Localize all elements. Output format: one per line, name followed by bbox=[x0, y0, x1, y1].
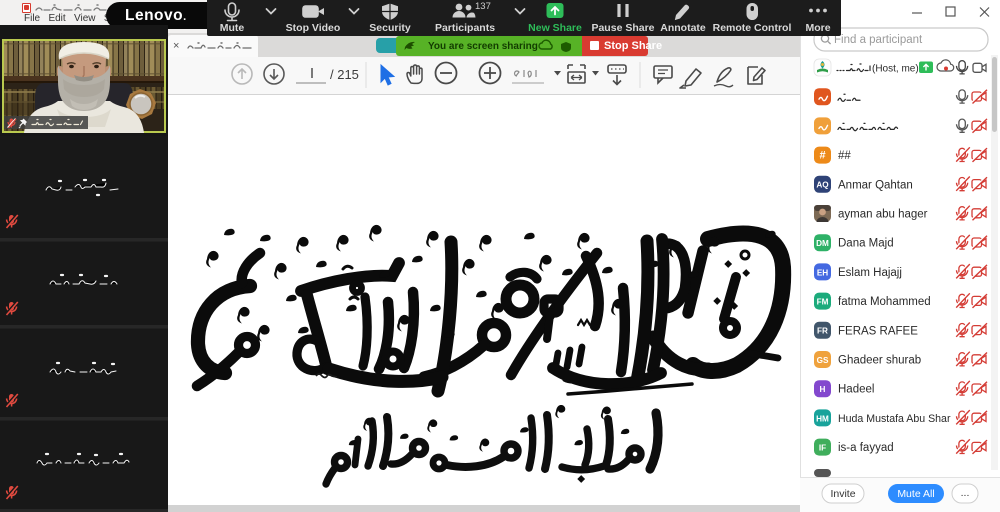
svg-text:HM: HM bbox=[816, 414, 829, 423]
svg-text:Security: Security bbox=[369, 22, 411, 34]
svg-text:/ 215: / 215 bbox=[330, 67, 359, 82]
svg-text:#: # bbox=[819, 150, 825, 162]
svg-text:Remote Control: Remote Control bbox=[713, 22, 792, 34]
svg-text:Dana Majd: Dana Majd bbox=[838, 238, 894, 250]
svg-text:...: ... bbox=[961, 487, 970, 499]
svg-text:EH: EH bbox=[817, 268, 828, 277]
svg-text:H: H bbox=[820, 385, 826, 394]
svg-text:New Share: New Share bbox=[528, 22, 582, 34]
svg-text:FERAS RAFEE: FERAS RAFEE bbox=[838, 325, 918, 337]
svg-text:IF: IF bbox=[819, 444, 826, 453]
svg-text:fatma Mohammed: fatma Mohammed bbox=[838, 296, 931, 308]
svg-text:DM: DM bbox=[816, 239, 829, 248]
svg-text:Find a participant: Find a participant bbox=[834, 34, 923, 46]
svg-text:Pause Share: Pause Share bbox=[591, 22, 654, 34]
svg-text:FR: FR bbox=[817, 327, 828, 336]
svg-text:Anmar Qahtan: Anmar Qahtan bbox=[838, 179, 913, 191]
svg-text:Participants: Participants bbox=[435, 22, 495, 34]
svg-text:More: More bbox=[805, 22, 830, 34]
svg-text:Eslam Hajajj: Eslam Hajajj bbox=[838, 267, 902, 279]
svg-text:Mute All: Mute All bbox=[897, 488, 934, 500]
svg-text:(Host, me): (Host, me) bbox=[872, 64, 919, 75]
svg-text:137: 137 bbox=[475, 1, 491, 12]
svg-text:AQ: AQ bbox=[816, 181, 829, 190]
svg-text:is-a fayyad: is-a fayyad bbox=[838, 442, 894, 454]
svg-text:Ghadeer shurab: Ghadeer shurab bbox=[838, 355, 921, 367]
svg-text:Stop Video: Stop Video bbox=[286, 22, 341, 34]
svg-text:Hadeel: Hadeel bbox=[838, 384, 874, 396]
svg-text:GS: GS bbox=[817, 356, 829, 365]
svg-text:FM: FM bbox=[817, 298, 829, 307]
svg-text:ayman abu hager: ayman abu hager bbox=[838, 209, 928, 221]
svg-text:Huda Mustafa Abu Shar: Huda Mustafa Abu Shar bbox=[838, 413, 951, 425]
svg-text:Annotate: Annotate bbox=[660, 22, 706, 34]
svg-text:Mute: Mute bbox=[220, 22, 245, 34]
svg-text:##: ## bbox=[838, 150, 851, 162]
svg-text:Invite: Invite bbox=[830, 488, 855, 500]
